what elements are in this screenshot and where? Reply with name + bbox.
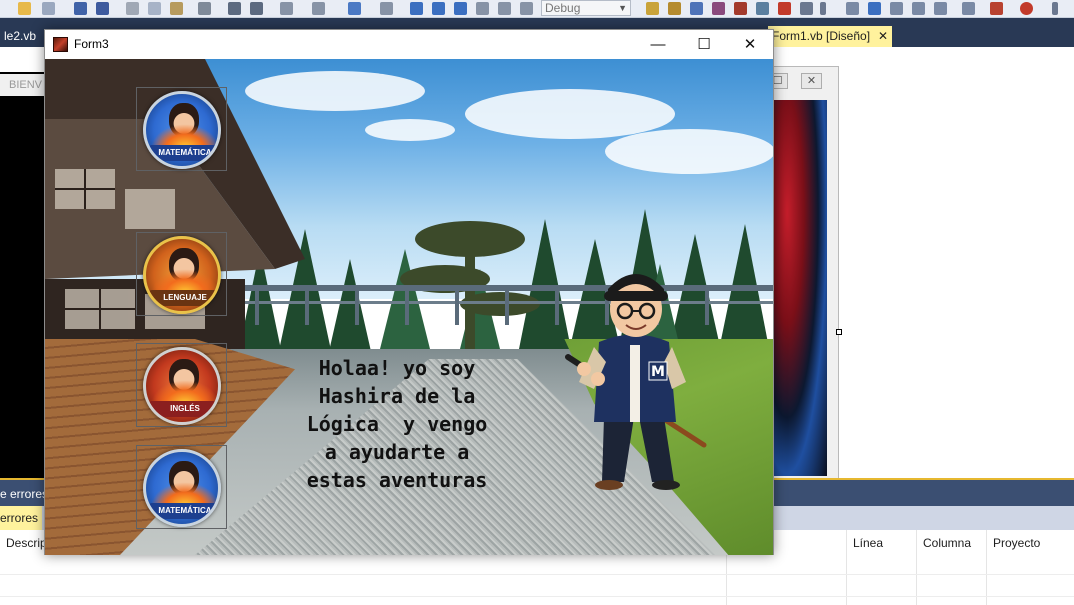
navigate-icon[interactable]: [348, 2, 361, 15]
start-icon[interactable]: [410, 2, 423, 15]
step-out-icon[interactable]: [520, 2, 533, 15]
new-project-icon[interactable]: [42, 2, 55, 15]
intro-line: Holaa! yo soy: [318, 356, 476, 380]
solution-config-combo[interactable]: Debug ▼: [541, 0, 631, 16]
find-icon[interactable]: [198, 2, 211, 15]
tab-order-icon[interactable]: [990, 2, 1003, 15]
output-icon[interactable]: [778, 2, 791, 15]
tab-module2[interactable]: le2.vb: [0, 26, 40, 47]
column-divider[interactable]: [846, 530, 847, 605]
resize-handle[interactable]: [836, 329, 842, 335]
column-description[interactable]: Descrip: [6, 536, 47, 550]
english-label: INGLÉS: [148, 401, 218, 417]
pause-icon[interactable]: [432, 2, 445, 15]
cloud: [605, 129, 773, 174]
english-button[interactable]: INGLÉS: [136, 343, 227, 427]
intro-message: Holaa! yo soy Hashira de la Lógica y ven…: [287, 354, 507, 494]
breakpoint-icon[interactable]: [1020, 2, 1033, 15]
column-divider[interactable]: [986, 530, 987, 605]
tab-form1-design-label: Form1.vb [Diseño]: [772, 29, 871, 43]
stop-icon[interactable]: [454, 2, 467, 15]
explorer-icon[interactable]: [690, 2, 703, 15]
language-label: LENGUAJE: [148, 290, 218, 306]
toolbar-overflow-icon[interactable]: [1052, 2, 1058, 15]
math-button[interactable]: MATEMÁTICA: [136, 87, 227, 171]
error-list-title: e errores: [0, 487, 49, 501]
window-icon[interactable]: [800, 2, 813, 15]
app-icon: [53, 37, 68, 52]
redo-icon[interactable]: [312, 2, 325, 15]
save-icon[interactable]: [74, 2, 87, 15]
nav-forward-icon[interactable]: [380, 2, 393, 15]
undo-icon[interactable]: [280, 2, 293, 15]
math-label-2: MATEMÁTICA: [148, 503, 218, 519]
window-title: Form3: [74, 37, 109, 51]
intro-line: estas aventuras: [306, 468, 488, 492]
cut-icon[interactable]: [126, 2, 139, 15]
mail-icon[interactable]: [712, 2, 725, 15]
align-center-icon[interactable]: [868, 2, 881, 15]
form3-titlebar[interactable]: Form3 — ☐ ✕: [45, 30, 773, 59]
form1-background-art: [770, 100, 827, 476]
chevron-down-icon: ▼: [618, 3, 627, 13]
open-folder-icon[interactable]: [18, 2, 31, 15]
dropdown-icon[interactable]: [820, 2, 826, 15]
table-row: [0, 596, 1074, 597]
background-scene: MATEMÁTICA LENGUAJE INGLÉS MATEMÁTICA Ho…: [45, 59, 773, 555]
close-icon[interactable]: ✕: [801, 73, 822, 89]
hashira-character: M: [565, 274, 707, 490]
minimize-button[interactable]: —: [635, 30, 681, 59]
background-form-preview: [0, 72, 48, 480]
cloud: [365, 119, 455, 141]
table-row: [0, 574, 1074, 575]
column-column[interactable]: Columna: [923, 536, 971, 550]
save-all-icon[interactable]: [96, 2, 109, 15]
close-button[interactable]: ✕: [727, 30, 773, 59]
toolbox-icon[interactable]: [756, 2, 769, 15]
format-icon[interactable]: [912, 2, 925, 15]
tools-icon[interactable]: [734, 2, 747, 15]
error-list-tab[interactable]: errores: [0, 506, 42, 530]
jacket-letter: M: [651, 364, 665, 380]
language-button[interactable]: LENGUAJE: [136, 232, 227, 316]
close-icon[interactable]: ✕: [878, 29, 888, 43]
paste-icon[interactable]: [170, 2, 183, 15]
column-project[interactable]: Proyecto: [993, 536, 1040, 550]
error-list-tab-label: errores: [0, 511, 39, 525]
align-left-icon[interactable]: [846, 2, 859, 15]
tab-form1-design[interactable]: Form1.vb [Diseño] ✕: [768, 26, 893, 47]
uncomment-icon[interactable]: [250, 2, 263, 15]
step-into-icon[interactable]: [476, 2, 489, 15]
intro-line: Hashira de la: [318, 384, 476, 408]
search-icon[interactable]: [646, 2, 659, 15]
english-medallion: INGLÉS: [143, 347, 221, 425]
properties-icon[interactable]: [668, 2, 681, 15]
tab-module2-label: le2.vb: [4, 29, 37, 43]
math-medallion-2: MATEMÁTICA: [143, 449, 221, 527]
copy-icon[interactable]: [148, 2, 161, 15]
solution-config-value: Debug: [545, 1, 581, 15]
ide-toolbar: Debug ▼: [0, 0, 1074, 18]
layout-icon[interactable]: [934, 2, 947, 15]
step-over-icon[interactable]: [498, 2, 511, 15]
maximize-button[interactable]: ☐: [681, 30, 727, 59]
intro-line: Lógica y vengo: [306, 412, 488, 436]
form3-window: Form3 — ☐ ✕ MATEMÁTICA LENGUAJE INGLÉS M…: [44, 29, 774, 555]
background-form-title-text: BIENV: [9, 79, 43, 91]
column-line[interactable]: Línea: [853, 536, 883, 550]
background-form-title: BIENV: [0, 74, 48, 96]
math-medallion: MATEMÁTICA: [143, 91, 221, 169]
comment-icon[interactable]: [228, 2, 241, 15]
align-right-icon[interactable]: [890, 2, 903, 15]
math-button-2[interactable]: MATEMÁTICA: [136, 445, 227, 529]
zoom-icon[interactable]: [962, 2, 975, 15]
intro-line: a ayudarte a: [324, 440, 470, 464]
column-divider[interactable]: [916, 530, 917, 605]
language-medallion: LENGUAJE: [143, 236, 221, 314]
math-label: MATEMÁTICA: [148, 145, 218, 161]
